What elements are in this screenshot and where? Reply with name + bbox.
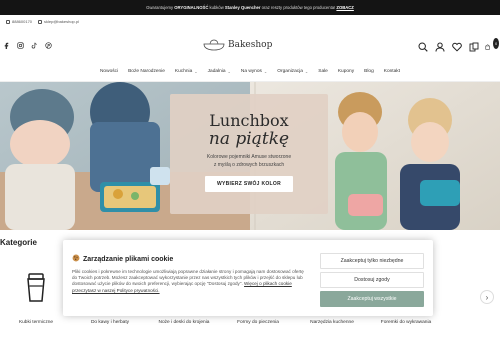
nav-label: Sale (318, 69, 328, 74)
category-label: Kubki termiczne (18, 320, 54, 325)
category-label: Do kawy i herbaty (90, 320, 130, 325)
promo-bar: Gwarantujemy ORYGINALNOŚĆ kubków Stanley… (0, 0, 500, 15)
main-navigation: Nowości Boże Narodzenie Kuchnia ⌄ Jadalni… (0, 62, 500, 82)
promo-bold-1: ORYGINALNOŚĆ (174, 5, 209, 10)
account-icon[interactable] (434, 41, 445, 52)
phone-link[interactable]: 888600170 (6, 19, 32, 24)
nav-label: Boże Narodzenie (128, 69, 165, 74)
nav-item-na-wynos[interactable]: Na wynos ⌄ (241, 69, 267, 74)
header-actions: 0 (417, 38, 499, 52)
nav-item-kupony[interactable]: Kupony (338, 69, 354, 74)
contact-info: 888600170 sklep@bakeshop.pl (6, 19, 79, 24)
social-links (2, 41, 52, 49)
carousel-next-button[interactable]: › (480, 290, 494, 304)
nav-label: Jadalnia (207, 69, 226, 74)
instagram-icon[interactable] (16, 41, 24, 49)
categories-title: Kategorie (0, 238, 37, 247)
accept-all-button[interactable]: Zaakceptuj wszystkie (320, 291, 424, 307)
nav-label: Organizacja (277, 69, 303, 74)
compare-icon[interactable] (468, 41, 479, 52)
promo-link[interactable]: ZOBACZ (336, 5, 353, 10)
thermal-mug-icon (4, 268, 68, 308)
customize-consents-button[interactable]: Dostosuj zgody (320, 272, 424, 288)
hero-title-italic: na piątkę (208, 128, 290, 149)
email-address: sklep@bakeshop.pl (44, 19, 80, 24)
search-icon[interactable] (417, 41, 428, 52)
nav-item-blog[interactable]: Blog (364, 69, 374, 74)
nav-item-boze-narodzenie[interactable]: Boże Narodzenie (128, 69, 165, 74)
promo-text-3: oraz reszty produktów tego producenta! (261, 5, 336, 10)
nav-item-kuchnia[interactable]: Kuchnia ⌄ (175, 69, 198, 74)
chevron-down-icon: ⌄ (227, 69, 231, 74)
chevron-down-icon: ⌄ (304, 69, 309, 74)
hero-subtitle-line-1: Kolorowe pojemniki Amuse stworzone (206, 154, 292, 161)
accept-necessary-button[interactable]: Zaakceptuj tylko niezbędne (320, 253, 424, 269)
hero-banner[interactable]: Lunchbox na piątkę Kolorowe pojemniki Am… (0, 82, 500, 230)
email-link[interactable]: sklep@bakeshop.pl (38, 19, 79, 24)
category-label: Foremki do wykrawania (380, 320, 432, 325)
phone-icon (6, 19, 10, 24)
choose-color-button[interactable]: WYBIERZ SWÓJ KOLOR (204, 175, 293, 192)
promo-text-1: Gwarantujemy (146, 5, 174, 10)
facebook-icon[interactable] (2, 41, 10, 49)
phone-number: 888600170 (12, 19, 33, 24)
hero-promo-card: Lunchbox na piątkę Kolorowe pojemniki Am… (170, 94, 328, 214)
nav-label: Kupony (337, 69, 355, 74)
nav-item-sale[interactable]: Sale (318, 69, 328, 74)
cookie-icon (72, 254, 80, 264)
nav-label: Blog (364, 69, 374, 74)
category-label: Noże i deski do krojenia (158, 320, 210, 325)
logo-bowl-icon (203, 39, 225, 51)
promo-bold-2: Stanley Quencher (224, 5, 261, 10)
logo-text: Bakeshop (228, 40, 273, 50)
nav-item-organizacja[interactable]: Organizacja ⌄ (277, 69, 308, 74)
cookie-title-text: Zarządzanie plikami cookie (83, 255, 174, 263)
category-label: Narzędzia kuchenne (310, 320, 354, 325)
cart-count-badge: 0 (493, 38, 499, 49)
nav-item-kontakt[interactable]: Kontakt (384, 69, 400, 74)
bakeshop-logo[interactable]: Bakeshop (203, 39, 272, 51)
site-header: 888600170 sklep@bakeshop.pl Bakeshop 0 (0, 15, 500, 62)
hero-subtitle: Kolorowe pojemniki Amuse stworzone z myś… (170, 154, 328, 169)
nav-label: Kontakt (383, 69, 401, 74)
hero-title: Lunchbox (209, 111, 289, 130)
category-kubki-termiczne[interactable]: Kubki termiczne (0, 268, 72, 348)
category-label: Formy do pieczenia (237, 320, 279, 325)
nav-item-nowosci[interactable]: Nowości (100, 69, 118, 74)
nav-item-jadalnia[interactable]: Jadalnia ⌄ (208, 69, 231, 74)
pinterest-icon[interactable] (44, 41, 52, 49)
cookie-description: Pliki cookies i pokrewne im technologie … (72, 269, 310, 294)
mail-icon (38, 19, 43, 24)
cart-icon[interactable]: 0 (485, 38, 499, 52)
nav-label: Kuchnia (174, 69, 193, 74)
wishlist-icon[interactable] (451, 41, 462, 52)
tiktok-icon[interactable] (30, 41, 38, 49)
chevron-down-icon: ⌄ (263, 69, 268, 74)
nav-label: Nowości (99, 69, 119, 74)
hero-subtitle-line-2: z myślą o zdrowych brzuszkach (213, 161, 285, 168)
cookie-consent-dialog: Zarządzanie plikami cookie Pliki cookies… (63, 240, 433, 316)
promo-text-2: kubków (209, 5, 224, 10)
nav-label: Na wynos (240, 69, 262, 74)
chevron-right-icon: › (485, 292, 489, 302)
cookie-dialog-title: Zarządzanie plikami cookie (72, 254, 173, 264)
chevron-down-icon: ⌄ (194, 69, 198, 74)
